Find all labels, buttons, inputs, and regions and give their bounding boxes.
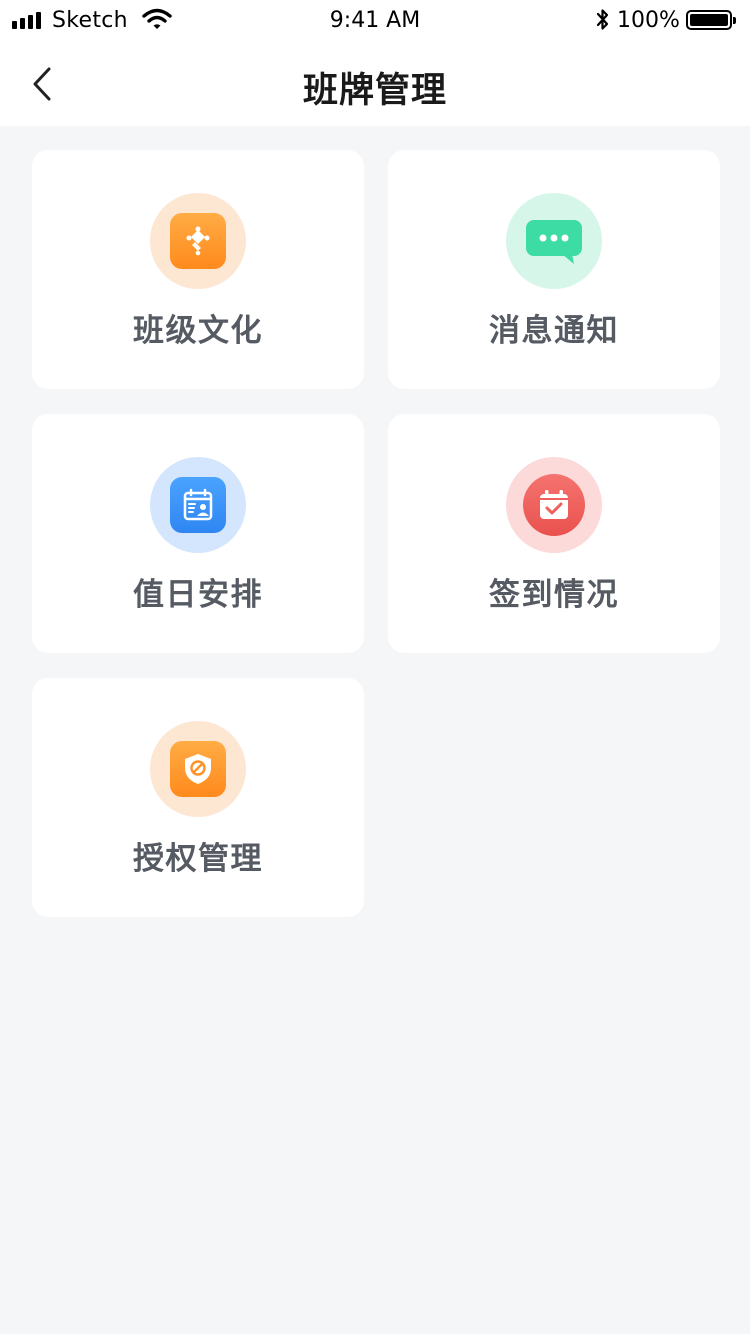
calendar-check-icon xyxy=(523,474,585,536)
calendar-person-icon xyxy=(170,477,226,533)
card-label: 班级文化 xyxy=(133,313,263,349)
status-bar: Sketch 9:41 AM 100% xyxy=(0,0,750,42)
class-culture-card[interactable]: 班级文化 xyxy=(32,150,364,389)
authorization-card[interactable]: 授权管理 xyxy=(32,678,364,917)
battery-percentage: 100% xyxy=(617,8,680,33)
puzzle-icon xyxy=(170,213,226,269)
card-label: 签到情况 xyxy=(489,577,619,613)
duty-schedule-card[interactable]: 值日安排 xyxy=(32,414,364,653)
feature-grid: 班级文化 消息通知 值日安排 签到情况 授权管理 xyxy=(32,150,720,917)
battery-icon xyxy=(686,10,736,30)
page-title: 班牌管理 xyxy=(302,71,447,111)
icon-halo xyxy=(506,193,602,289)
icon-halo xyxy=(506,457,602,553)
icon-halo xyxy=(150,457,246,553)
card-label: 值日安排 xyxy=(133,577,263,613)
chat-bubble-icon xyxy=(526,220,582,264)
icon-halo xyxy=(150,721,246,817)
message-notice-card[interactable]: 消息通知 xyxy=(388,150,720,389)
shield-icon xyxy=(170,741,226,797)
card-label: 消息通知 xyxy=(489,313,619,349)
card-label: 授权管理 xyxy=(133,841,263,877)
icon-halo xyxy=(150,193,246,289)
navigation-bar: 班牌管理 xyxy=(0,42,750,126)
check-in-status-card[interactable]: 签到情况 xyxy=(388,414,720,653)
bluetooth-icon xyxy=(594,7,612,37)
